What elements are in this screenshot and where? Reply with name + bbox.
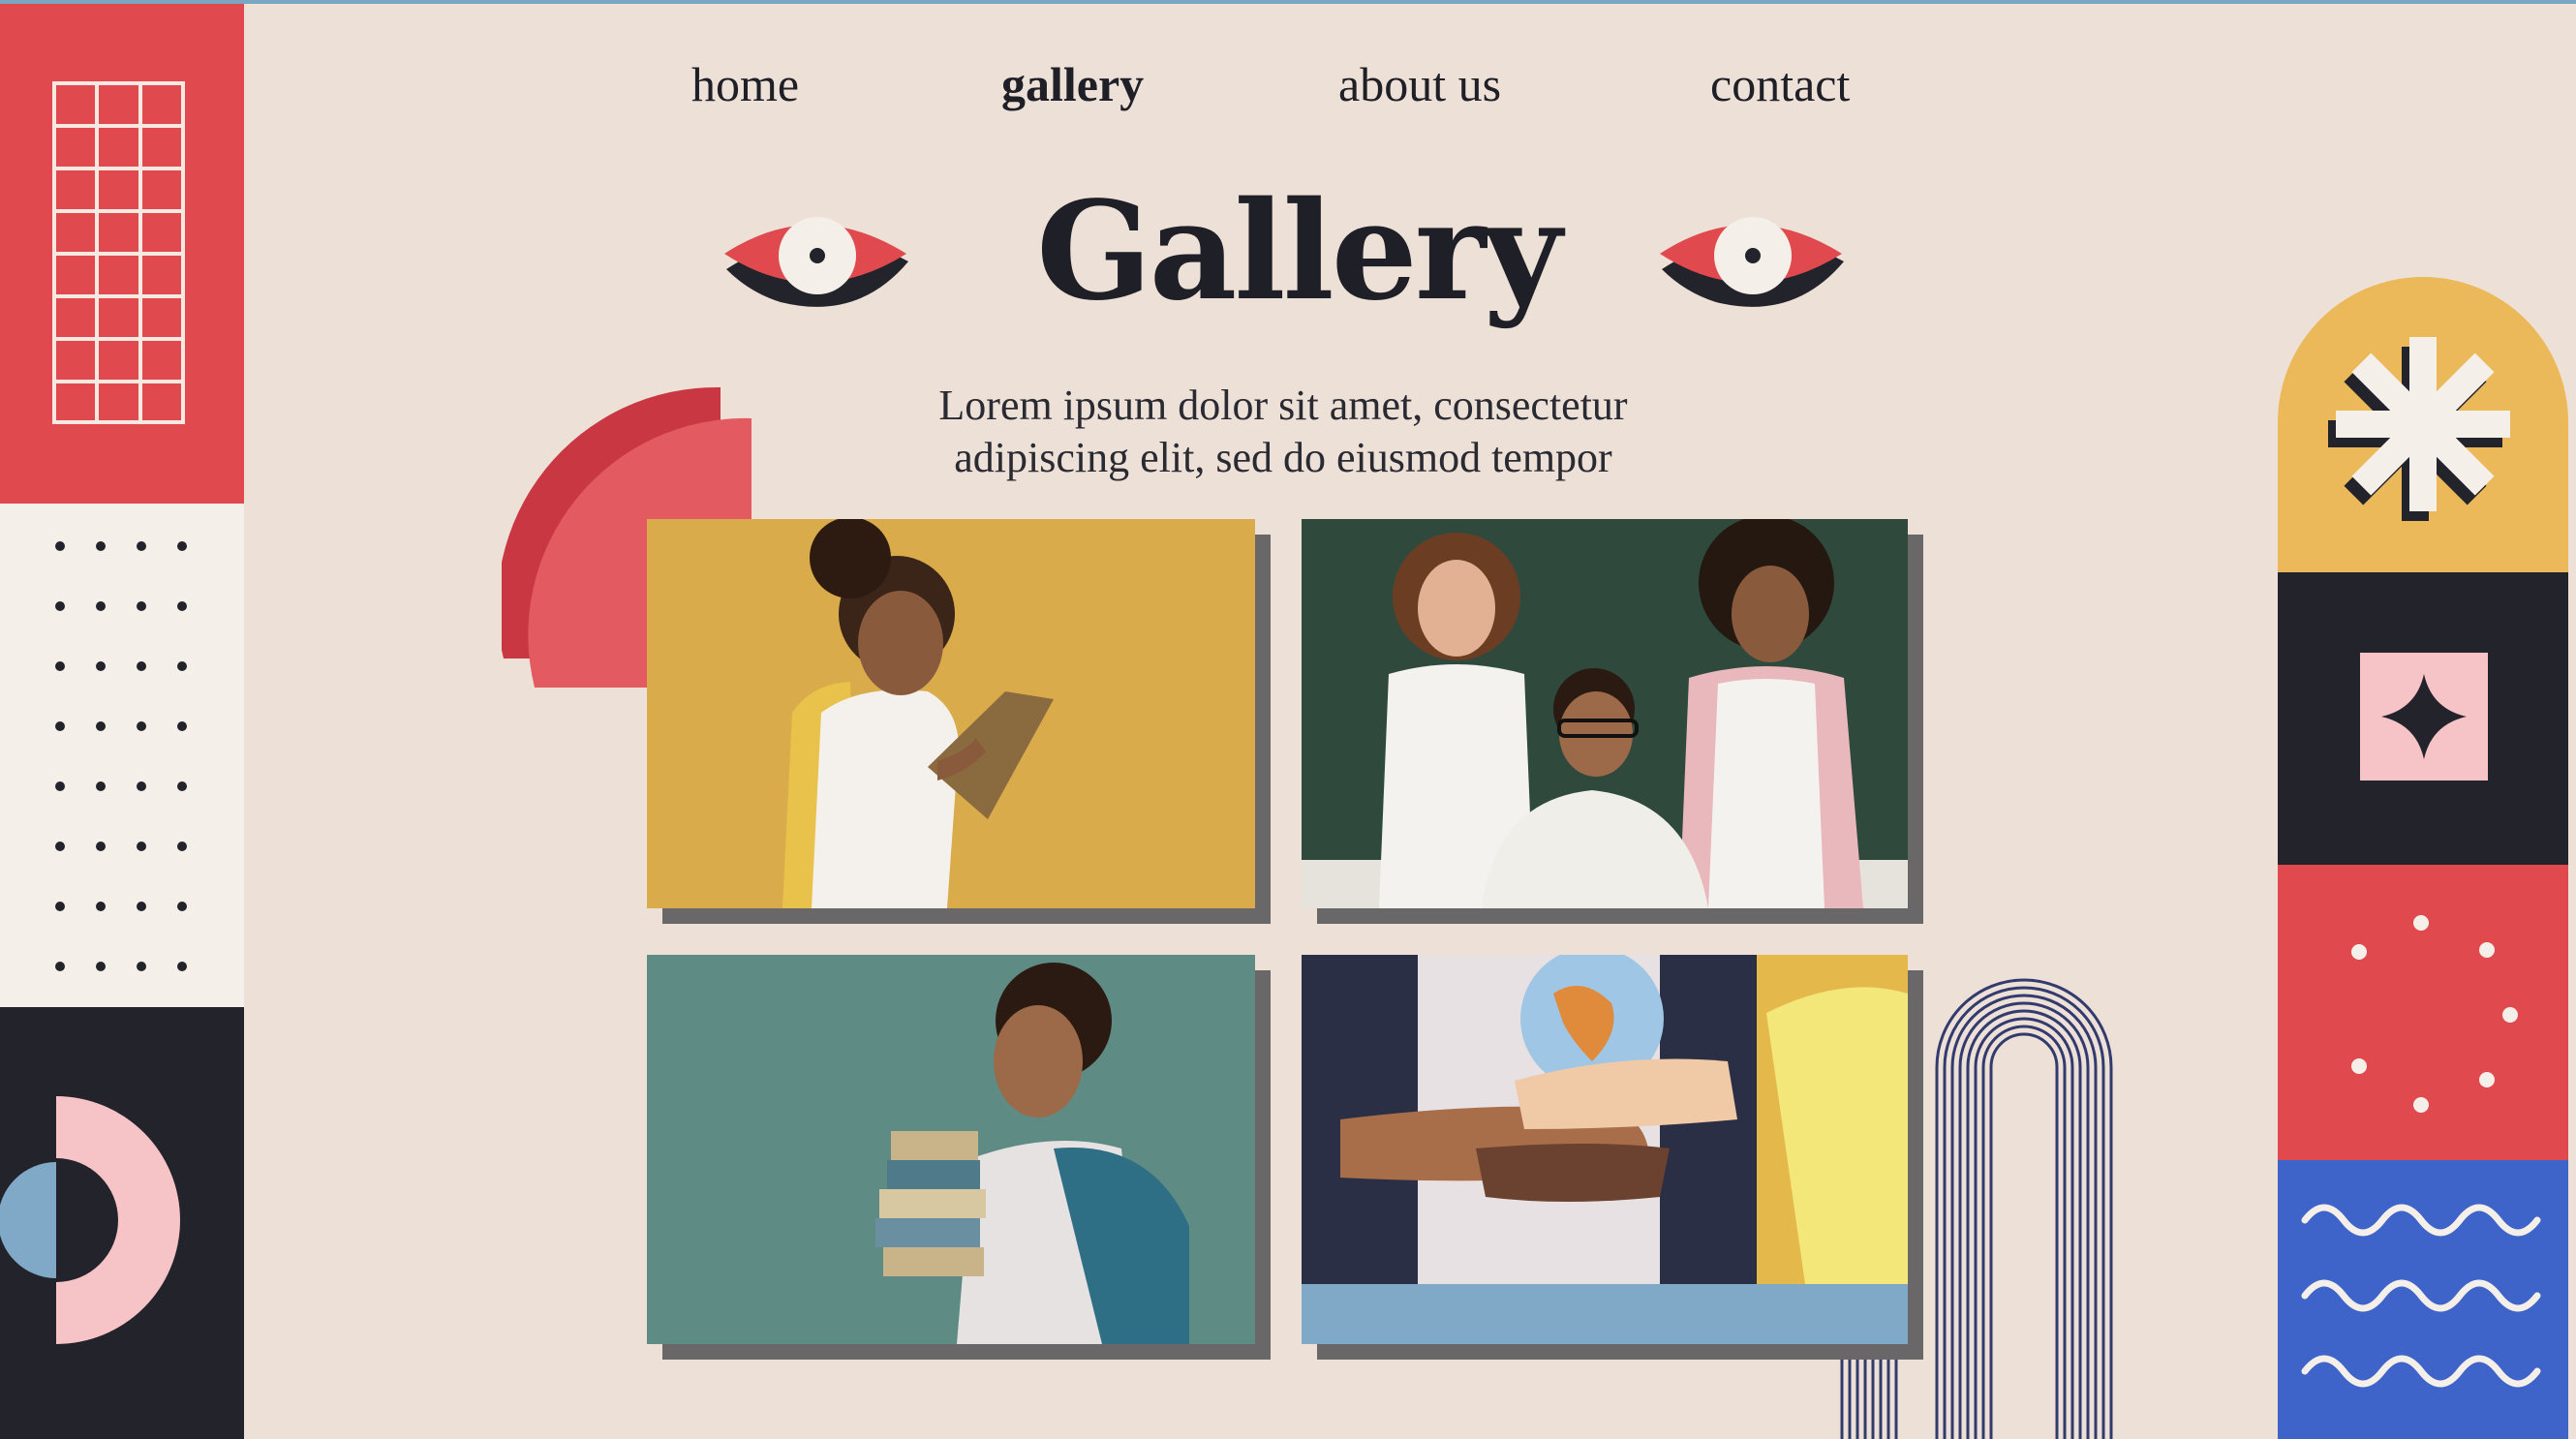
decor-dot xyxy=(177,661,187,671)
decor-dot xyxy=(96,721,106,731)
right-blue-panel xyxy=(2278,1160,2568,1439)
decor-dot xyxy=(137,661,146,671)
left-dark-panel xyxy=(0,1007,244,1439)
decor-dot xyxy=(137,721,146,731)
nav-contact[interactable]: contact xyxy=(1710,56,1850,112)
photo-image xyxy=(647,955,1255,1344)
page-subtitle: Lorem ipsum dolor sit amet, consectetur … xyxy=(755,380,1811,484)
arch-line xyxy=(1958,1001,2090,1439)
decor-dot xyxy=(137,541,146,551)
asterisk-icon xyxy=(2328,337,2510,521)
half-circle-icon xyxy=(0,1096,180,1344)
decor-dot xyxy=(55,661,65,671)
photo-image xyxy=(647,519,1255,908)
subtitle-line: Lorem ipsum dolor sit amet, consectetur xyxy=(938,382,1628,429)
dot-circle-icon xyxy=(2351,915,2518,1113)
decor-dot xyxy=(177,962,187,971)
eye-icon xyxy=(1660,217,1844,307)
decor-dot xyxy=(137,601,146,611)
decor-dot xyxy=(55,541,65,551)
nav-home[interactable]: home xyxy=(691,56,799,112)
decor-dot xyxy=(55,842,65,851)
photo-image xyxy=(1302,955,1908,1344)
decor-dot xyxy=(96,902,106,911)
decor-dot xyxy=(137,781,146,791)
decor-dot xyxy=(55,962,65,971)
decor-dot xyxy=(55,601,65,611)
decor-dot xyxy=(137,842,146,851)
decor-dot xyxy=(96,661,106,671)
page-title: Gallery xyxy=(1036,172,1562,331)
decor-dot xyxy=(96,541,106,551)
gallery-photo-boy-with-books[interactable] xyxy=(647,955,1255,1344)
top-nav: home gallery about us contact xyxy=(0,56,2576,124)
gallery-photo-girl-with-tablet[interactable] xyxy=(647,519,1255,908)
decor-dot xyxy=(177,781,187,791)
subtitle-line: adipiscing elit, sed do eiusmod tempor xyxy=(954,434,1612,481)
decor-dot xyxy=(177,721,187,731)
arch-line xyxy=(1989,1032,2059,1439)
nav-gallery[interactable]: gallery xyxy=(1001,56,1144,112)
right-red-panel xyxy=(2278,865,2568,1160)
decor-dot xyxy=(177,842,187,851)
dot-pattern xyxy=(55,541,187,971)
top-border xyxy=(0,0,2576,4)
nav-about-us[interactable]: about us xyxy=(1338,56,1501,112)
decor-dot xyxy=(96,601,106,611)
wave-icon xyxy=(2301,1204,2541,1388)
photo-image xyxy=(1302,519,1908,908)
right-yellow-arch xyxy=(2278,277,2568,572)
decor-dot xyxy=(177,902,187,911)
left-dots-panel xyxy=(0,504,244,1007)
arch-line xyxy=(1950,994,2098,1439)
decor-dot xyxy=(177,541,187,551)
decor-dot xyxy=(55,781,65,791)
gallery-photo-three-kids-classroom[interactable] xyxy=(1302,519,1908,908)
pink-square xyxy=(2360,653,2488,781)
decor-dot xyxy=(177,601,187,611)
decor-dot xyxy=(55,902,65,911)
gallery-photo-hands-holding-globe[interactable] xyxy=(1302,955,1908,1344)
decor-dot xyxy=(55,721,65,731)
decor-dot xyxy=(137,902,146,911)
decor-dot xyxy=(96,962,106,971)
decor-dot xyxy=(137,962,146,971)
decor-dot xyxy=(96,781,106,791)
arch-line xyxy=(1981,1025,2067,1439)
eye-icon xyxy=(724,217,908,307)
four-point-star-icon xyxy=(2381,674,2467,759)
decor-dot xyxy=(96,842,106,851)
